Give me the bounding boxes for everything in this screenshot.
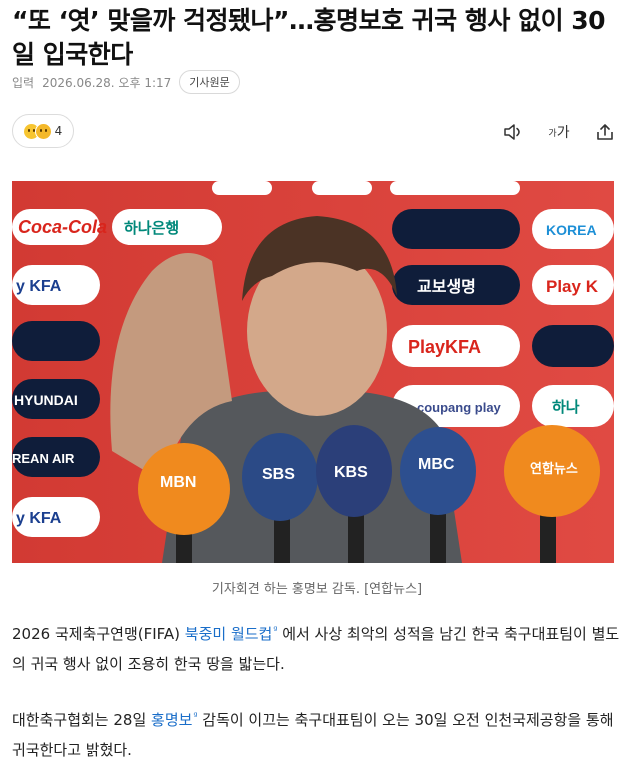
publish-date: 2026.06.28. 오후 1:17	[42, 75, 172, 90]
article-paragraph-1: 2026 국제축구연맹(FIFA) 북중미 월드컵ᵍ 에서 사상 최악의 성적을…	[12, 616, 624, 679]
paragraph-text: 대한축구협회는 28일	[12, 711, 152, 729]
paragraph-text: 2026 국제축구연맹(FIFA)	[12, 625, 185, 643]
svg-text:PlayKFA: PlayKFA	[408, 337, 481, 357]
speaker-icon[interactable]	[502, 121, 524, 143]
svg-text:Coca-Cola: Coca-Cola	[18, 217, 107, 237]
original-article-button[interactable]: 기사원문	[179, 70, 240, 94]
svg-text:KOREA: KOREA	[546, 222, 597, 238]
svg-text:coupang play: coupang play	[417, 400, 502, 415]
svg-text:MBN: MBN	[160, 474, 196, 491]
svg-text:REAN AIR: REAN AIR	[12, 451, 75, 466]
article-meta: 입력 2026.06.28. 오후 1:17 기사원문	[12, 70, 240, 94]
surprised-emoji-icon	[34, 122, 52, 140]
svg-text:y KFA: y KFA	[16, 510, 62, 527]
svg-text:하나은행: 하나은행	[124, 220, 179, 237]
input-label: 입력	[12, 75, 35, 90]
svg-text:하나: 하나	[552, 399, 580, 416]
photo-illustration: Coca-Cola 하나은행 y KFA HYUNDAI REAN AIR y …	[12, 181, 614, 563]
font-size-label: 가	[556, 125, 570, 141]
keyword-link-world-cup[interactable]: 북중미 월드컵ᵍ	[185, 625, 278, 643]
reaction-button[interactable]: 4	[12, 114, 74, 148]
svg-text:SBS: SBS	[262, 466, 295, 483]
photo-caption: 기자회견 하는 홍명보 감독. [연합뉴스]	[211, 582, 423, 597]
svg-text:MBC: MBC	[418, 456, 455, 473]
article-headline: “또 ‘엿’ 맞을까 걱정됐나”…홍명보호 귀국 행사 없이 30일 입국한다	[12, 6, 606, 69]
svg-text:교보생명: 교보생명	[417, 278, 476, 296]
svg-text:HYUNDAI: HYUNDAI	[14, 392, 78, 408]
svg-text:y KFA: y KFA	[16, 278, 62, 295]
reaction-count: 4	[54, 124, 63, 138]
svg-text:Play K: Play K	[546, 277, 599, 296]
keyword-link-label: 홍명보	[151, 711, 193, 729]
share-icon[interactable]	[594, 121, 616, 143]
keyword-link-label: 북중미 월드컵	[184, 625, 273, 643]
font-size-icon[interactable]: 가가	[548, 121, 570, 143]
article-paragraph-2: 대한축구협회는 28일 홍명보ᵍ 감독이 이끄는 축구대표팀이 오는 30일 오…	[12, 702, 624, 765]
press-conference-photo: Coca-Cola 하나은행 y KFA HYUNDAI REAN AIR y …	[12, 181, 614, 563]
svg-text:KBS: KBS	[334, 464, 368, 481]
article-toolbar: 가가	[502, 118, 616, 146]
svg-text:연합뉴스: 연합뉴스	[530, 461, 578, 476]
keyword-link-hong-myungbo[interactable]: 홍명보ᵍ	[151, 711, 197, 729]
